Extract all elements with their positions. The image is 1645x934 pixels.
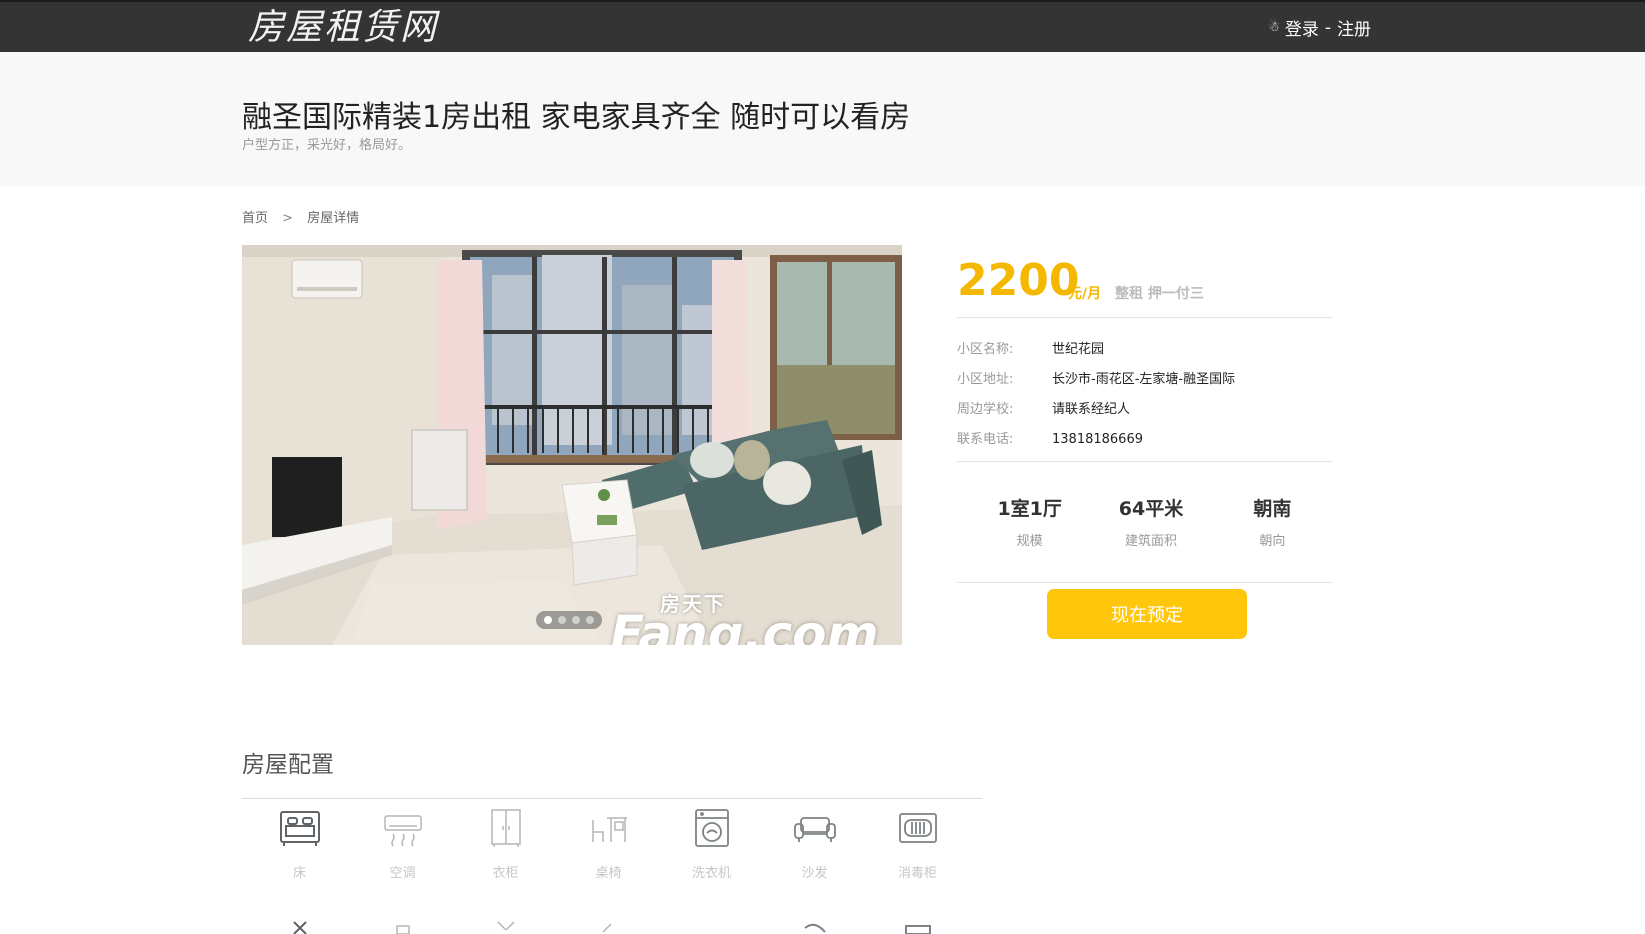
amenity-label: 桌椅 [595, 866, 622, 881]
page-title: 融圣国际精装1房出租 家电家具齐全 随时可以看房 [242, 100, 911, 135]
amenity-list: 床 空调 衣柜 桌椅 洗衣机 沙发 消毒柜 [248, 808, 969, 881]
page-subtitle: 户型方正，采光好，格局好。 [242, 138, 412, 153]
sofa-icon [793, 817, 836, 842]
desk-chair-icon [591, 817, 627, 842]
amenity-label: 空调 [389, 866, 416, 881]
detail-label: 周边学校: [957, 402, 1014, 417]
wardrobe-icon [490, 809, 521, 847]
carousel-dots [536, 611, 602, 629]
price-row: 2200 元/月 整租 押一付三 [957, 245, 1333, 318]
stat-layout: 1室1厅 规模 [969, 462, 1090, 582]
breadcrumb-home[interactable]: 首页 [242, 211, 268, 226]
price-unit: 元/月 [1068, 286, 1102, 302]
amenity-icon [395, 925, 410, 934]
stat-value: 1室1厅 [997, 498, 1062, 520]
amenity-item [660, 920, 763, 934]
stat-label: 规模 [1016, 534, 1043, 549]
config-section-title: 房屋配置 [242, 752, 334, 778]
washing-machine-icon [694, 809, 729, 847]
price-value: 2200 [957, 255, 1080, 306]
stat-area: 64平米 建筑面积 [1090, 462, 1211, 582]
detail-value: 请联系经纪人 [1052, 402, 1131, 417]
watermark-main: Fang.com [610, 605, 879, 645]
amenity-label: 消毒柜 [897, 866, 937, 881]
detail-label: 小区名称: [957, 342, 1014, 357]
breadcrumb-arrow: > [282, 211, 294, 226]
listing-info-panel: 2200 元/月 整租 押一付三 小区名称: 世纪花园 小区地址: 长沙市-雨花… [957, 245, 1333, 639]
room-photo [242, 245, 902, 645]
amenity-item: 空调 [351, 808, 454, 881]
breadcrumb: 首页 > 房屋详情 [242, 207, 359, 226]
top-nav-bar: 房屋租赁网 ☃ 登录 - 注册 [0, 0, 1645, 52]
bed-icon [279, 811, 320, 846]
amenity-label: 沙发 [801, 866, 828, 881]
carousel-dot[interactable] [558, 616, 566, 624]
register-link[interactable]: 注册 [1337, 15, 1371, 40]
amenity-item: 桌椅 [557, 808, 660, 881]
amenity-item [351, 920, 454, 934]
detail-row-address: 小区地址: 长沙市-雨花区-左家塘-融圣国际 [957, 365, 1333, 395]
login-link[interactable]: 登录 [1285, 15, 1319, 40]
detail-value: 长沙市-雨花区-左家塘-融圣国际 [1052, 372, 1236, 387]
amenity-item [454, 920, 557, 934]
detail-label: 小区地址: [957, 372, 1014, 387]
amenity-item [866, 920, 969, 934]
amenity-icon [496, 921, 515, 931]
amenity-icon [803, 923, 826, 933]
site-logo[interactable]: 房屋租赁网 [248, 6, 438, 50]
stats-row: 1室1厅 规模 64平米 建筑面积 朝南 朝向 [957, 462, 1333, 583]
amenity-list-row2 [248, 920, 969, 934]
detail-row-school: 周边学校: 请联系经纪人 [957, 395, 1333, 425]
section-divider [242, 798, 982, 799]
carousel-dot[interactable] [572, 616, 580, 624]
user-icon: ☃ [1268, 20, 1280, 35]
amenity-icon [292, 921, 307, 934]
carousel-dot[interactable] [586, 616, 594, 624]
disinfection-cabinet-icon [898, 813, 937, 843]
carousel-dot[interactable] [544, 616, 552, 624]
amenity-item: 床 [248, 808, 351, 881]
amenity-icon [601, 923, 612, 933]
amenity-label: 洗衣机 [691, 866, 731, 881]
amenity-icon [904, 925, 931, 934]
detail-list: 小区名称: 世纪花园 小区地址: 长沙市-雨花区-左家塘-融圣国际 周边学校: … [957, 318, 1333, 462]
detail-value: 世纪花园 [1052, 342, 1105, 357]
breadcrumb-current: 房屋详情 [307, 211, 360, 226]
book-now-button[interactable]: 现在预定 [1047, 589, 1247, 639]
rent-type: 整租 押一付三 [1115, 286, 1204, 302]
detail-value: 13818186669 [1052, 432, 1143, 447]
stat-label: 朝向 [1259, 534, 1286, 549]
amenity-item [248, 920, 351, 934]
amenity-label: 衣柜 [492, 866, 519, 881]
auth-links: ☃ 登录 - 注册 [1268, 15, 1371, 41]
amenity-item: 消毒柜 [866, 808, 969, 881]
stat-value: 朝南 [1253, 498, 1292, 520]
auth-separator: - [1324, 17, 1331, 38]
amenity-item [763, 920, 866, 934]
air-conditioner-icon [383, 815, 422, 847]
stat-value: 64平米 [1118, 498, 1184, 520]
detail-label: 联系电话: [957, 432, 1014, 447]
amenity-item: 沙发 [763, 808, 866, 881]
photo-carousel[interactable]: 房天下 Fang.com [242, 245, 902, 645]
detail-row-phone: 联系电话: 13818186669 [957, 425, 1333, 455]
detail-row-community: 小区名称: 世纪花园 [957, 335, 1333, 365]
title-band: 融圣国际精装1房出租 家电家具齐全 随时可以看房 户型方正，采光好，格局好。 [0, 52, 1645, 186]
amenity-item [557, 920, 660, 934]
amenity-label: 床 [292, 866, 306, 881]
stat-label: 建筑面积 [1124, 534, 1177, 549]
amenity-item: 洗衣机 [660, 808, 763, 881]
amenity-item: 衣柜 [454, 808, 557, 881]
stat-orientation: 朝南 朝向 [1212, 462, 1333, 582]
